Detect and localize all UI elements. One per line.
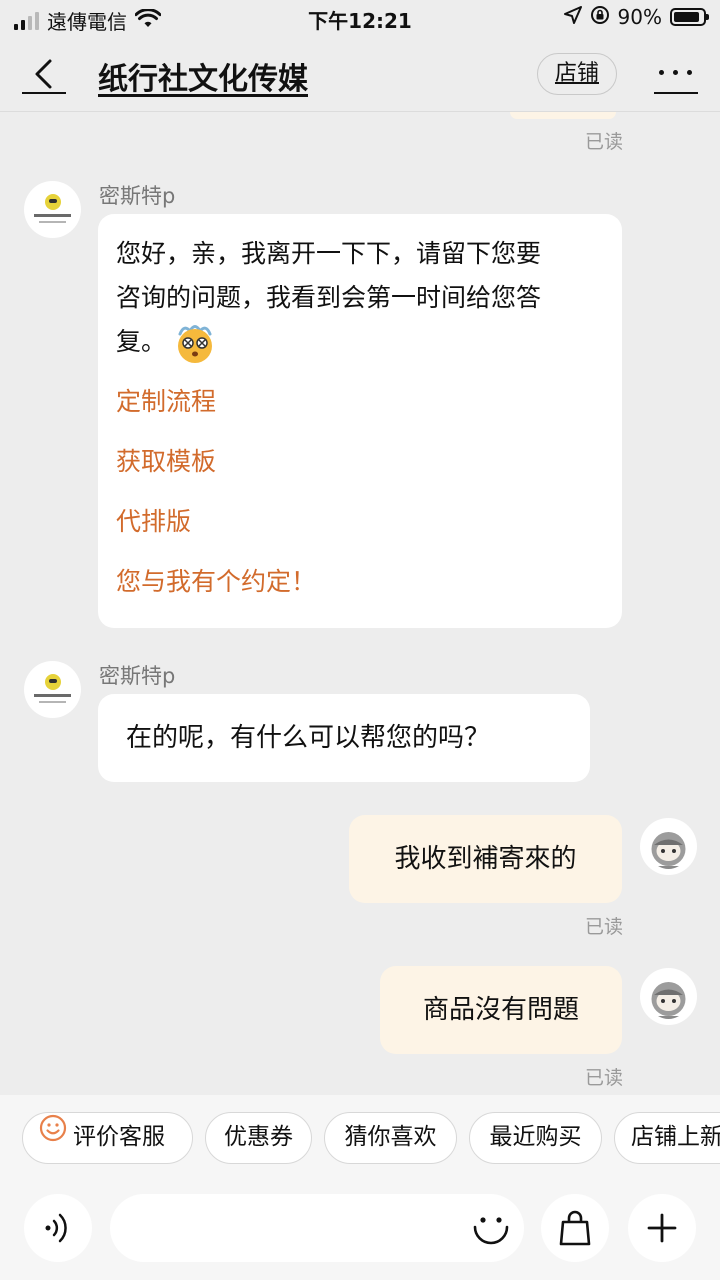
- back-button[interactable]: [22, 54, 66, 94]
- quick-link-typesetting[interactable]: 代排版: [116, 500, 604, 544]
- battery-percent: 90%: [617, 5, 662, 29]
- quick-link-appointment[interactable]: 您与我有个约定！: [116, 560, 604, 604]
- battery-icon: [670, 8, 709, 26]
- quick-reply-rate-service[interactable]: 评价客服: [22, 1112, 193, 1164]
- voice-button[interactable]: [24, 1194, 92, 1262]
- user-avatar[interactable]: [640, 968, 697, 1025]
- more-button[interactable]: [654, 56, 698, 94]
- quick-link-get-template[interactable]: 获取模板: [116, 440, 604, 484]
- message-bubble: 商品沒有問題: [380, 966, 622, 1054]
- message-bubble: 我收到補寄來的: [349, 815, 622, 903]
- emoji-icon: [473, 1217, 509, 1245]
- plus-icon: [647, 1213, 677, 1243]
- quick-reply-recommendations[interactable]: 猜你喜欢: [324, 1112, 457, 1164]
- message-text-line: 您好，亲，我离开一下下，请留下您要: [116, 239, 542, 268]
- shop-avatar[interactable]: [24, 661, 81, 718]
- sender-name: 密斯特p: [99, 184, 176, 208]
- chevron-left-icon: [35, 59, 52, 89]
- quick-reply-label: 评价客服: [73, 1124, 165, 1150]
- quick-reply-new-arrivals[interactable]: 店铺上新: [614, 1112, 720, 1164]
- shop-button[interactable]: 店铺: [537, 53, 617, 95]
- dizzy-face-emoji-icon: [174, 322, 216, 364]
- message-text: 我收到補寄來的: [394, 844, 577, 874]
- location-arrow-icon: [563, 6, 582, 28]
- message-input[interactable]: [110, 1194, 524, 1262]
- quick-reply-coupons[interactable]: 优惠券: [205, 1112, 312, 1164]
- read-receipt: 已读: [585, 131, 624, 153]
- smile-icon: [39, 1111, 67, 1160]
- quick-reply-bar: 评价客服 优惠券 猜你喜欢 最近购买 店铺上新: [0, 1095, 720, 1187]
- shop-avatar[interactable]: [24, 181, 81, 238]
- rotation-lock-icon: [590, 5, 610, 29]
- shopping-bag-button[interactable]: [541, 1194, 609, 1262]
- quick-link-customize-process[interactable]: 定制流程: [116, 380, 604, 424]
- more-dots-icon: [659, 70, 664, 75]
- message-bubble: 在的呢，有什么可以帮您的吗？: [98, 694, 590, 782]
- shop-title-link[interactable]: 纸行社文化传媒: [98, 54, 308, 98]
- message-text-line: 咨询的问题，我看到会第一时间给您答: [116, 283, 542, 312]
- add-button[interactable]: [628, 1194, 696, 1262]
- message-bubble: 您好，亲，我离开一下下，请留下您要 咨询的问题，我看到会第一时间给您答 复。 定…: [98, 214, 622, 628]
- shopping-bag-icon: [559, 1210, 591, 1246]
- read-receipt: 已读: [585, 916, 624, 938]
- user-avatar[interactable]: [640, 818, 697, 875]
- voice-icon: [45, 1213, 67, 1243]
- message-text: 在的呢，有什么可以帮您的吗？: [126, 723, 491, 753]
- quick-reply-recent-purchases[interactable]: 最近购买: [469, 1112, 602, 1164]
- message-text-line: 复。: [116, 327, 167, 356]
- input-bar: [0, 1187, 720, 1280]
- message-text: 商品沒有問題: [422, 995, 579, 1025]
- sender-name: 密斯特p: [99, 664, 176, 688]
- emoji-button[interactable]: [466, 1203, 516, 1253]
- status-bar: 遠傳電信 下午12:21 90%: [0, 0, 720, 36]
- previous-message-bubble: [510, 112, 616, 119]
- read-receipt: 已读: [585, 1067, 624, 1089]
- chat-header: 纸行社文化传媒 店铺: [0, 36, 720, 112]
